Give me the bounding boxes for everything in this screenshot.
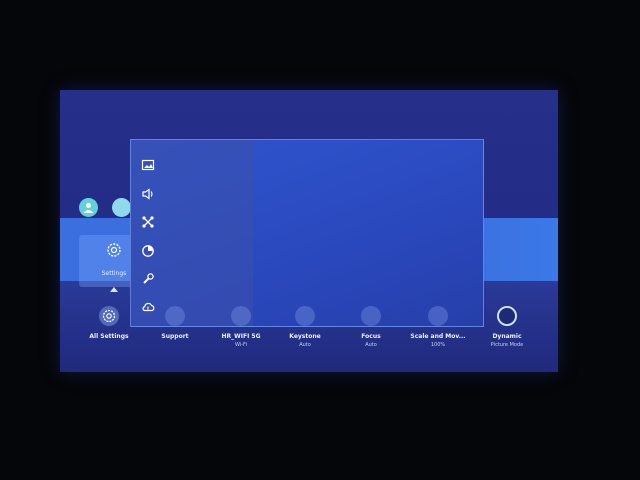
quick-item-picture-mode[interactable]: Dynamic Picture Mode bbox=[469, 306, 545, 348]
quick-item-focus[interactable]: Focus Auto bbox=[333, 306, 409, 348]
gear-icon bbox=[105, 241, 123, 263]
profile-avatar[interactable] bbox=[79, 198, 98, 217]
general-icon[interactable] bbox=[141, 243, 155, 257]
quick-item-support[interactable]: Support bbox=[137, 306, 213, 342]
quick-item-subtitle: Auto bbox=[365, 342, 377, 348]
quick-item-subtitle: Picture Mode bbox=[490, 342, 524, 348]
quick-settings-panel bbox=[130, 139, 484, 327]
quick-item-subtitle: Auto bbox=[299, 342, 311, 348]
picture-mode-icon bbox=[497, 306, 517, 326]
quick-item-title: Dynamic bbox=[492, 333, 522, 340]
quick-item-title: Focus bbox=[361, 333, 381, 340]
quick-item-title: Scale and Mov... bbox=[410, 333, 466, 340]
gear-icon bbox=[99, 306, 119, 326]
support-icon[interactable] bbox=[141, 271, 155, 285]
focus-icon bbox=[361, 306, 381, 326]
scale-icon bbox=[428, 306, 448, 326]
profile-avatar[interactable] bbox=[112, 198, 131, 217]
tv-screen: Settings All Settings Support HR_WIFI 5G… bbox=[60, 90, 558, 372]
panel-category-column bbox=[131, 140, 253, 326]
selection-pointer bbox=[110, 287, 118, 292]
quick-item-title: Keystone bbox=[289, 333, 321, 340]
quick-item-title: All Settings bbox=[89, 333, 129, 340]
picture-icon[interactable] bbox=[141, 157, 155, 171]
connection-icon[interactable] bbox=[141, 214, 155, 228]
quick-item-scale[interactable]: Scale and Mov... 100% bbox=[400, 306, 476, 348]
quick-item-title: Support bbox=[161, 333, 189, 340]
keystone-icon bbox=[295, 306, 315, 326]
quick-item-subtitle: 100% bbox=[430, 342, 446, 348]
support-icon bbox=[165, 306, 185, 326]
wifi-icon bbox=[231, 306, 251, 326]
quick-item-all-settings[interactable]: All Settings bbox=[71, 306, 147, 342]
quick-item-keystone[interactable]: Keystone Auto bbox=[267, 306, 343, 348]
sound-icon[interactable] bbox=[141, 186, 155, 200]
user-icon bbox=[83, 203, 94, 213]
